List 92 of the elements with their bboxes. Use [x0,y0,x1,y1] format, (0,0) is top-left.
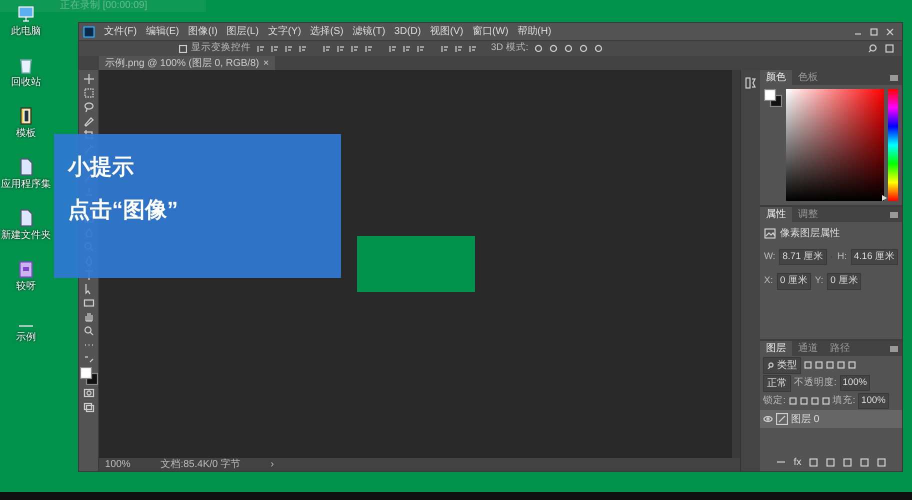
eye-icon[interactable] [763,415,773,423]
opacity-field[interactable]: 100% [840,374,870,392]
align-icon[interactable] [257,44,265,52]
marquee-icon[interactable] [82,87,94,99]
menu-item[interactable]: 3D(D) [394,24,421,39]
panel-tab[interactable]: 图层 [760,341,792,356]
desktop-icon-label[interactable]: 应用程序集 [1,177,51,192]
search-icon[interactable] [868,44,877,53]
input-field[interactable]: 0 厘米 [827,273,862,290]
desktop-icon-label[interactable]: 此电脑 [11,24,41,39]
menu-item[interactable]: 选择(S) [310,24,344,39]
menu-item[interactable]: 窗口(W) [472,24,508,39]
quick-mask-icon[interactable] [82,387,94,399]
opacity-label: 不透明度: [794,376,837,390]
field-label: W: [764,250,776,264]
panel-heading: 像素图层属性 [780,226,840,241]
panel-menu-icon[interactable] [890,74,898,80]
layer-row[interactable]: 图层 0 [760,410,902,428]
panel-tab[interactable]: 调整 [792,207,824,222]
desktop-icon-label[interactable]: 示例 [16,330,36,345]
tip-title: 小提示 [68,153,135,181]
menu-item[interactable]: 图层(L) [226,24,259,39]
lasso-icon[interactable] [82,101,94,113]
field-label: H: [837,250,847,264]
close-icon[interactable] [886,28,894,36]
panel-tab[interactable]: 颜色 [760,70,792,85]
menu-item[interactable]: 滤镜(T) [352,24,386,39]
panel-menu-icon[interactable] [890,212,898,218]
lock-label: 锁定: [763,394,786,408]
align-icon[interactable] [455,44,463,52]
menu-item[interactable]: 帮助(H) [517,24,552,39]
menu-item[interactable]: 图像(I) [188,24,218,39]
search-icon [767,362,774,368]
desktop-icon-label[interactable]: 模板 [16,126,36,141]
screen-mode-icon[interactable] [82,401,94,413]
document-title: 示例.png @ 100% (图层 0, RGB/8) [105,56,260,70]
menu-item[interactable]: 视图(V) [430,24,464,39]
desktop-icon-label[interactable]: 新建文件夹 [1,228,51,243]
panel-menu-icon[interactable] [890,346,898,352]
panel-tab[interactable]: 路径 [824,341,856,356]
document-info: 文档:85.4K/0 字节 [160,458,241,472]
layer-thumbnail-icon [776,413,788,425]
color-field[interactable] [786,89,884,201]
panel-tab[interactable]: 色板 [792,70,824,85]
align-icon[interactable] [469,44,477,52]
rectangle-icon[interactable] [82,297,94,309]
mode-label: 3D 模式: [491,41,528,56]
field-label: X: [764,274,773,288]
filter-dropdown[interactable]: 类型 [763,356,801,374]
workspace-icon[interactable] [885,44,894,53]
panel-tab[interactable]: 通道 [792,341,824,356]
computer-icon[interactable] [16,4,36,24]
maximize-icon[interactable] [870,28,878,36]
panel-tab[interactable]: 属性 [760,207,792,222]
input-field[interactable]: 4.16 厘米 [850,249,898,266]
menu-item[interactable]: 编辑(E) [146,24,180,39]
align-icon[interactable] [337,44,345,52]
hand-icon[interactable] [82,311,94,323]
align-icon[interactable] [351,44,359,52]
menu-item[interactable]: 文字(Y) [268,24,302,39]
document-tab[interactable]: 示例.png @ 100% (图层 0, RGB/8) × [99,56,275,70]
blend-mode-dropdown[interactable]: 正常 [763,374,791,392]
fill-label: 填充: [832,394,856,408]
color-swatches-icon[interactable] [80,367,98,385]
align-icon[interactable] [441,44,449,52]
app-logo-icon [83,26,95,38]
align-icon[interactable] [299,44,307,52]
input-field[interactable]: 0 厘米 [776,273,811,290]
desktop-icon-label[interactable]: 回收站 [11,75,41,90]
layer-name: 图层 0 [791,412,820,426]
align-icon[interactable] [271,44,279,52]
align-icon[interactable] [389,44,397,52]
align-icon[interactable] [417,44,425,52]
tab-close[interactable]: × [263,56,269,70]
zoom-icon[interactable] [82,325,94,337]
desktop-icon-label[interactable]: 较呀 [16,279,36,294]
fill-field[interactable]: 100% [858,392,889,410]
fx-button[interactable]: fx [794,454,802,470]
tip-text: 点击“图像” [68,196,179,224]
align-icon[interactable] [285,44,293,52]
checkbox[interactable] [179,44,187,52]
zoom-level[interactable]: 100% [105,457,131,472]
recording-bar: 正在录制 [00:00:09] [0,0,206,12]
menu-item[interactable]: 文件(F) [104,24,137,39]
history-icon[interactable] [744,76,756,90]
field-label: Y: [814,274,824,288]
checkbox-label: 显示变换控件 [191,41,251,56]
align-icon[interactable] [403,44,411,52]
color-swatches-icon[interactable] [764,89,782,107]
input-field[interactable]: 8.71 厘米 [779,249,827,266]
align-icon[interactable] [323,44,331,52]
align-icon[interactable] [365,44,373,52]
